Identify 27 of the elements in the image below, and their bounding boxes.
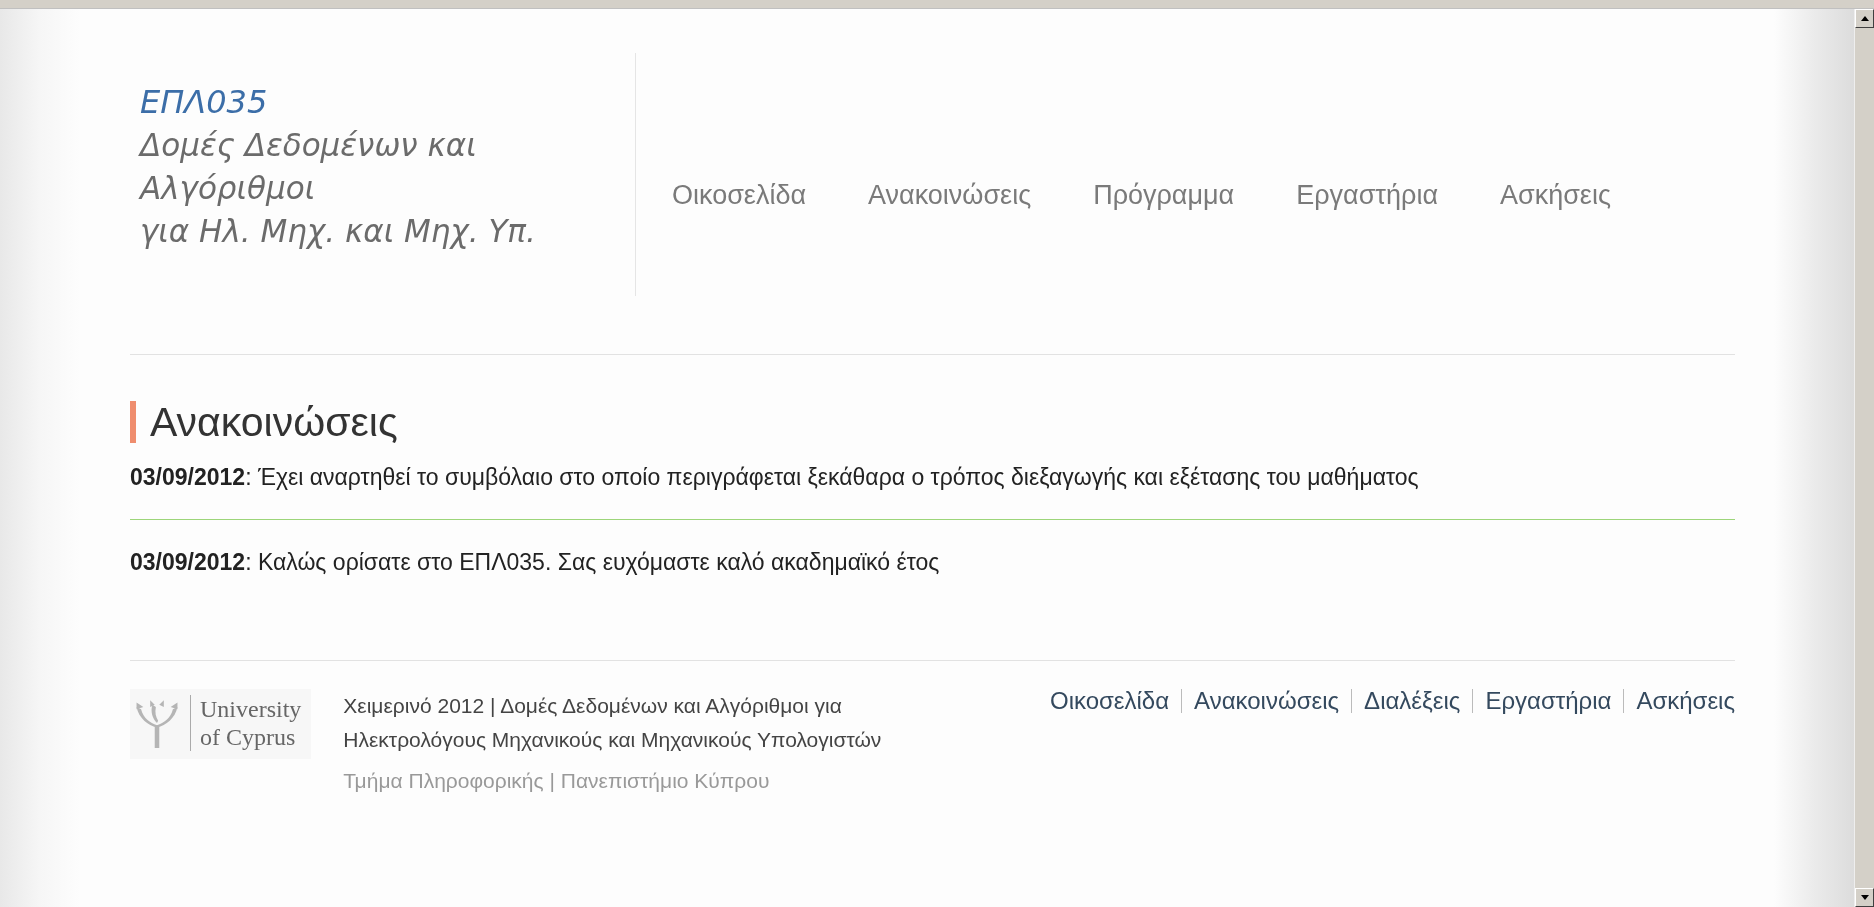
up-arrow-icon — [1860, 16, 1869, 21]
scroll-up-button[interactable] — [1855, 9, 1874, 28]
footer-link[interactable]: Ανακοινώσεις — [1181, 689, 1352, 713]
course-title: Δομές Δεδομένων και — [140, 126, 477, 165]
announcement-text: 03/09/2012: Καλώς ορίσατε στο ΕΠΛ035. Σας ευχόμαστε καλό ακαδημαϊκό έτος — [130, 519, 1735, 604]
course-title: για Ηλ. Μηχ. και Μηχ. Υπ. — [140, 212, 536, 251]
nav-link[interactable]: Εργαστήρια — [1296, 180, 1438, 211]
nav-link[interactable]: Πρόγραμμα — [1093, 180, 1235, 211]
footer-link[interactable]: Εργαστήρια — [1472, 689, 1624, 713]
down-arrow-icon — [1860, 895, 1869, 900]
footer-text: Χειμερινό 2012 | Δομές Δεδομένων και Αλγόριθμοι για — [343, 693, 843, 719]
scrollbar[interactable] — [1854, 9, 1874, 907]
section-title: Ανακοινώσεις — [130, 401, 398, 443]
footer-link[interactable]: Ασκήσεις — [1623, 689, 1735, 713]
nav-link[interactable]: Ασκήσεις — [1500, 180, 1611, 211]
nav-link[interactable]: Ανακοινώσεις — [868, 180, 1032, 211]
department-text: Τμήμα Πληροφορικής | Πανεπιστήμιο Κύπρου — [343, 768, 771, 794]
course-title: Αλγόριθμοι — [140, 169, 316, 208]
footer-text: Ηλεκτρολόγους Μηχανικούς και Μηχανικούς Υπολογιστών — [343, 727, 882, 753]
scroll-down-button[interactable] — [1855, 888, 1874, 907]
nav-link[interactable]: Οικοσελίδα — [672, 180, 807, 211]
logo-text: of Cyprus — [200, 723, 297, 751]
logo-text: University — [200, 695, 302, 723]
footer-link[interactable]: Διαλέξεις — [1351, 689, 1473, 713]
footer-link[interactable]: Οικοσελίδα — [1037, 689, 1182, 713]
announcement-text: 03/09/2012: Έχει αναρτηθεί το συμβόλαιο στο οποίο περιγράφεται ξεκάθαρα ο τρόπος διεξαγωγής και εξέτασης του μαθήματος — [130, 463, 1420, 492]
course-code: ΕΠΛ035 — [140, 82, 268, 123]
